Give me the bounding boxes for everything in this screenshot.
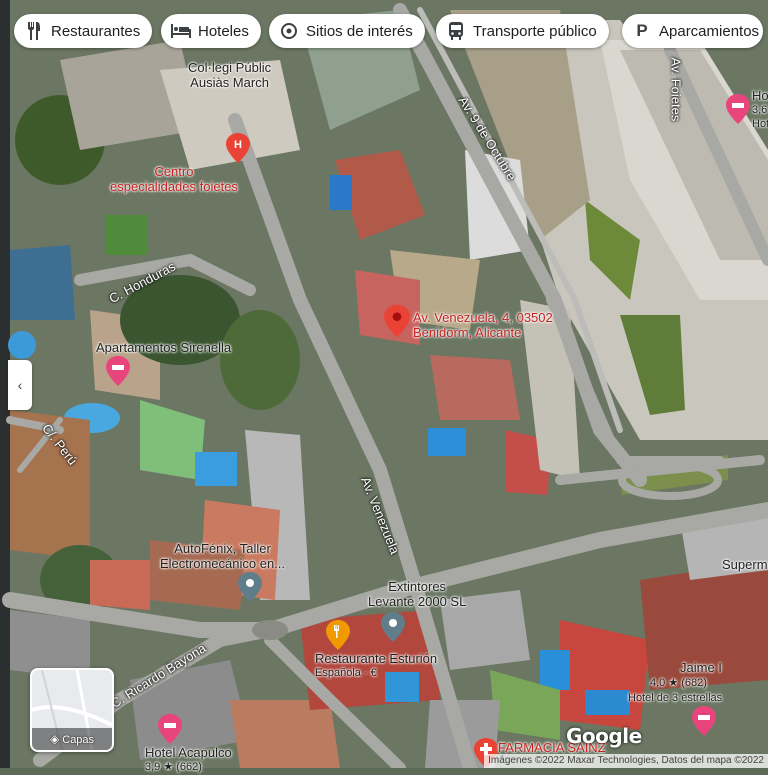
place-label-hotel-right-1: Ho [752, 88, 768, 103]
place-label-extinguishers[interactable]: Extintores Levante 2000 SL [368, 579, 466, 609]
place-label-hotel-right-2: 3,6 [752, 104, 768, 116]
garage-pin-icon[interactable] [238, 572, 262, 602]
chip-attractions[interactable]: Sitios de interés [269, 14, 425, 48]
attraction-icon [279, 21, 299, 41]
place-label-hotel-right-3: Hot [752, 118, 768, 130]
layers-button[interactable]: ◈ Capas [30, 668, 114, 752]
chip-label: Sitios de interés [306, 22, 413, 40]
chip-hotels[interactable]: Hoteles [161, 14, 261, 48]
layers-label: Capas [62, 734, 95, 746]
chip-restaurants[interactable]: Restaurantes [14, 14, 153, 48]
place-label-medical[interactable]: Centro especialidades foietes [110, 164, 238, 194]
restaurant-icon [24, 21, 44, 41]
parking-icon: P [636, 21, 648, 40]
chip-label: Restaurantes [51, 22, 141, 40]
hotel-acapulco-pin-icon[interactable] [158, 714, 182, 744]
street-label-foietes: Av. Foietes [668, 57, 684, 122]
medical-pin-icon[interactable]: H [226, 133, 250, 163]
chip-transit[interactable]: Transporte público [436, 14, 609, 48]
place-label-hotel-jaime-type: Hotel de 3 estrellas [628, 692, 723, 704]
layers-icon: ◈ [49, 732, 60, 746]
place-label-apartments[interactable]: Apartamentos Sirenella [96, 340, 231, 355]
svg-text:H: H [234, 139, 242, 151]
hotel-jaime-pin-icon[interactable] [692, 706, 716, 736]
place-label-hotel-acapulco[interactable]: Hotel Acapulco [145, 745, 232, 760]
place-label-supermarket[interactable]: Superm [722, 557, 768, 572]
chip-parking[interactable]: P Aparcamientos [622, 14, 764, 48]
selected-address-line2: Benidorm, Alicante [413, 325, 522, 340]
extinguisher-pin-icon[interactable] [381, 612, 405, 642]
place-label-restaurant[interactable]: Restaurante Esturión [315, 651, 437, 666]
selected-location-pin-icon[interactable] [384, 304, 410, 338]
chip-label: Transporte público [473, 22, 597, 40]
collapse-panel-button[interactable]: ‹ [8, 360, 32, 410]
google-logo: Google [566, 724, 642, 748]
place-label-hotel-jaime[interactable]: Jaime I [680, 660, 722, 675]
map-attribution[interactable]: Imágenes ©2022 Maxar Technologies, Datos… [484, 754, 768, 768]
chip-label: Aparcamientos [659, 22, 760, 40]
selected-address-line1: Av. Venezuela, 4, 03502 [413, 310, 553, 325]
hotel-pin-top-right-icon[interactable] [726, 94, 750, 124]
restaurant-pin-icon[interactable] [326, 620, 350, 650]
place-label-hotel-jaime-rating: 4,0 ★ (682) [650, 677, 707, 689]
hotel-icon [171, 21, 191, 41]
chevron-left-icon: ‹ [17, 377, 23, 393]
place-label-restaurant-sub: Española · € [315, 667, 377, 679]
transit-icon [446, 21, 466, 41]
chip-label: Hoteles [198, 22, 249, 40]
hotel-pin-icon[interactable] [106, 356, 130, 386]
place-label-garage[interactable]: AutoFénix, Taller Electromecánico en... [160, 541, 285, 571]
place-label-school[interactable]: Col·legi Públic Ausiàs March [188, 60, 271, 90]
